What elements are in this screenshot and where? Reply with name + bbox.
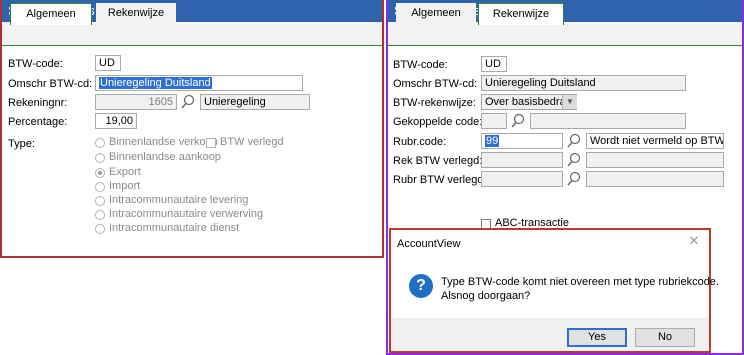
rubr-value: 99: [485, 135, 500, 147]
btw-verlegd-checkbox[interactable]: [206, 138, 216, 148]
right-tab-row: [388, 22, 742, 46]
tab-divider: [2, 45, 382, 46]
rubr-field[interactable]: 99: [481, 133, 563, 149]
rek-verlegd-desc-field: [586, 152, 724, 168]
type-option-label: Binnenlandse verkoop: [109, 136, 218, 148]
tab-algemeen[interactable]: Algemeen: [396, 3, 476, 24]
rekeningnr-field[interactable]: 1605: [95, 94, 177, 110]
left-tab-row: [2, 22, 382, 46]
type-option-label: Intracommunautaire levering: [109, 194, 249, 206]
confirmation-dialog: AccountView ✕ ? Type BTW-code komt niet …: [389, 228, 719, 353]
no-button[interactable]: No: [635, 328, 695, 347]
type-option-label: Binnenlandse aankoop: [109, 151, 221, 163]
omschr-field[interactable]: Unieregeling Duitsland: [95, 75, 303, 91]
left-window: Stamgegevens BTW-code Algemeen Rekenwijz…: [0, 0, 384, 258]
rubr-verlegd-label: Rubr BTW verlegd:: [393, 174, 487, 186]
rubr-label: Rubr.code:: [393, 136, 447, 148]
type-option-label: Export: [109, 166, 141, 178]
dialog-message-line1: Type BTW-code komt niet overeen met type…: [441, 276, 719, 288]
rubr-verlegd-field[interactable]: [481, 171, 563, 187]
rekenwijze-label: BTW-rekenwijze:: [393, 97, 476, 109]
search-icon[interactable]: [566, 133, 582, 149]
radio-binnenlandse-verkoop[interactable]: [95, 138, 105, 148]
rubr-verlegd-desc-field: [586, 171, 724, 187]
omschr-value: Unieregeling Duitsland: [99, 77, 212, 89]
radio-intracommunautaire-levering[interactable]: [95, 196, 105, 206]
question-icon: ?: [409, 274, 433, 298]
search-icon[interactable]: [566, 152, 582, 168]
omschr-label: Omschr BTW-cd:: [393, 78, 478, 90]
yes-button[interactable]: Yes: [567, 328, 627, 347]
tab-algemeen[interactable]: Algemeen: [10, 3, 92, 25]
radio-export[interactable]: [95, 168, 105, 178]
close-icon[interactable]: ✕: [687, 234, 701, 248]
radio-intracommunautaire-verwerving[interactable]: [95, 210, 105, 220]
radio-import[interactable]: [95, 182, 105, 192]
rubr-desc-field: Wordt niet vermeld op BTW-aa: [586, 133, 724, 149]
omschr-label: Omschr BTW-cd:: [8, 78, 93, 90]
btw-code-field[interactable]: UD: [481, 56, 507, 72]
rek-verlegd-field[interactable]: [481, 152, 563, 168]
type-option-label: Import: [109, 180, 141, 192]
dialog-message-line2: Alsnog doorgaan?: [441, 290, 531, 302]
search-icon[interactable]: [510, 113, 526, 129]
percentage-field[interactable]: 19,00: [95, 113, 137, 129]
dialog-title: AccountView: [397, 238, 461, 250]
gekoppelde-field[interactable]: [481, 113, 507, 129]
radio-binnenlandse-aankoop[interactable]: [95, 153, 105, 163]
rekenwijze-value: Over basisbedrag: [485, 96, 572, 108]
omschr-field[interactable]: Unieregeling Duitsland: [481, 75, 686, 91]
search-icon[interactable]: [566, 171, 582, 187]
tab-rekenwijze[interactable]: Rekenwijze: [96, 3, 176, 24]
btw-code-label: BTW-code:: [8, 58, 63, 70]
type-label: Type:: [8, 138, 35, 150]
gekoppelde-desc-field: [530, 113, 686, 129]
percentage-label: Percentage:: [8, 116, 68, 128]
type-option-label: Intracommunautaire verwerving: [109, 208, 264, 220]
gekoppelde-label: Gekoppelde code:: [393, 116, 483, 128]
btw-verlegd-label: BTW verlegd: [220, 136, 284, 148]
chevron-down-icon[interactable]: ▼: [562, 95, 577, 109]
rekening-name-field: Unieregeling: [200, 94, 310, 110]
btw-code-field[interactable]: UD: [95, 55, 121, 71]
search-icon[interactable]: [180, 94, 196, 110]
tab-rekenwijze[interactable]: Rekenwijze: [478, 3, 564, 25]
tab-divider: [388, 45, 742, 46]
rekeningnr-label: Rekeningnr:: [8, 97, 68, 109]
btw-code-label: BTW-code:: [393, 59, 448, 71]
rek-verlegd-label: Rek BTW verlegd:: [393, 155, 483, 167]
radio-intracommunautaire-dienst[interactable]: [95, 224, 105, 234]
type-option-label: Intracommunautaire dienst: [109, 222, 240, 234]
